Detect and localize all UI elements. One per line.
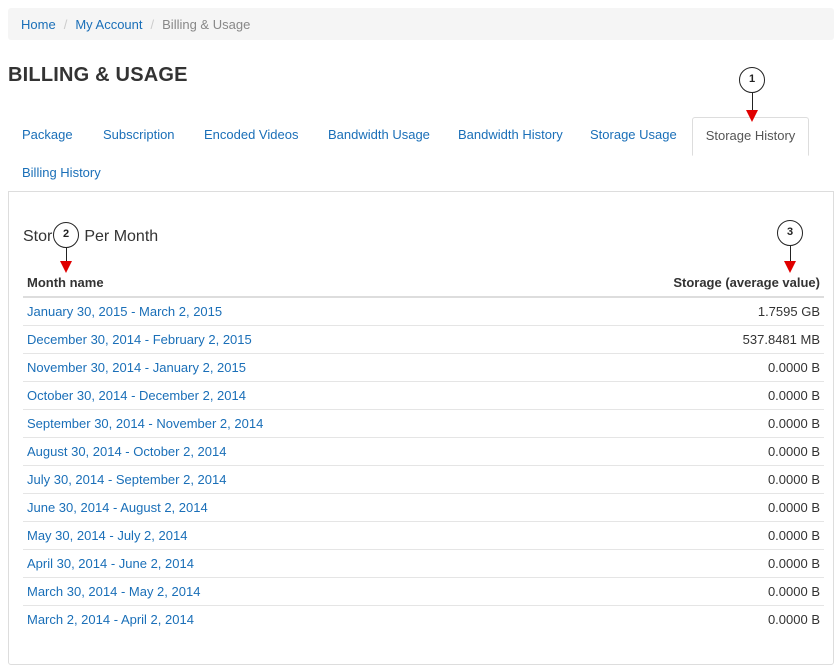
storage-value: 1.7595 GB (513, 297, 824, 326)
storage-value: 0.0000 B (513, 353, 824, 382)
panel-heading-right: Per Month (84, 228, 159, 245)
storage-average-header: Storage (average value) (513, 268, 824, 298)
callout-2-arrow-icon (60, 261, 72, 273)
month-link[interactable]: April 30, 2014 - June 2, 2014 (27, 556, 194, 571)
table-row: June 30, 2014 - August 2, 2014 0.0000 B (23, 493, 824, 522)
tab-storage-history[interactable]: Storage History (692, 117, 809, 156)
panel-heading-left: Stor (23, 228, 53, 245)
storage-value: 0.0000 B (513, 437, 824, 466)
month-link[interactable]: December 30, 2014 - February 2, 2015 (27, 332, 252, 347)
month-link[interactable]: September 30, 2014 - November 2, 2014 (27, 416, 263, 431)
table-row: April 30, 2014 - June 2, 2014 0.0000 B (23, 549, 824, 578)
callout-1-arrow-icon (746, 110, 758, 122)
storage-value: 0.0000 B (513, 465, 824, 494)
tab-bar-row-2: Billing History (8, 155, 208, 191)
storage-value: 537.8481 MB (513, 325, 824, 354)
table-row: January 30, 2015 - March 2, 2015 1.7595 G… (23, 297, 824, 326)
table-row: July 30, 2014 - September 2, 2014 0.0000 … (23, 465, 824, 494)
month-link[interactable]: March 30, 2014 - May 2, 2014 (27, 584, 200, 599)
storage-value: 0.0000 B (513, 549, 824, 578)
breadcrumb-my-account-link[interactable]: My Account (75, 17, 142, 32)
storage-value: 0.0000 B (513, 521, 824, 550)
month-link[interactable]: July 30, 2014 - September 2, 2014 (27, 472, 226, 487)
storage-value: 0.0000 B (513, 493, 824, 522)
storage-history-panel: Stor Per Month Month name Storage (averag… (8, 191, 834, 665)
breadcrumb-separator: / (150, 16, 155, 32)
month-link[interactable]: June 30, 2014 - August 2, 2014 (27, 500, 208, 515)
callout-3-arrow-icon (784, 261, 796, 273)
table-row: March 2, 2014 - April 2, 2014 0.0000 B (23, 606, 824, 634)
breadcrumb-home-link[interactable]: Home (21, 17, 56, 32)
table-row: August 30, 2014 - October 2, 2014 0.0000 … (23, 437, 824, 466)
callout-1-badge: 1 (739, 67, 765, 93)
month-name-header: Month name (23, 268, 514, 298)
table-header-row: Month name Storage (average value) (23, 268, 824, 298)
tab-bar: Package Subscription Encoded Videos Band… (8, 117, 834, 156)
callout-1-arrow-line (752, 93, 753, 111)
callout-2-arrow-line (66, 248, 67, 262)
callout-3-badge: 3 (777, 220, 803, 246)
storage-value: 0.0000 B (513, 409, 824, 438)
month-link[interactable]: January 30, 2015 - March 2, 2015 (27, 304, 222, 319)
table-row: December 30, 2014 - February 2, 2015 537.… (23, 325, 824, 354)
tab-storage-usage[interactable]: Storage Usage (590, 117, 677, 155)
breadcrumb: Home / My Account / Billing & Usage (8, 8, 834, 40)
month-link[interactable]: October 30, 2014 - December 2, 2014 (27, 388, 246, 403)
page-title: BILLING & USAGE (8, 64, 188, 86)
month-link[interactable]: November 30, 2014 - January 2, 2015 (27, 360, 246, 375)
tab-encoded-videos[interactable]: Encoded Videos (204, 117, 298, 155)
breadcrumb-current: Billing & Usage (162, 16, 251, 32)
table-row: October 30, 2014 - December 2, 2014 0.000… (23, 381, 824, 410)
tab-bandwidth-usage[interactable]: Bandwidth Usage (328, 117, 430, 155)
month-link[interactable]: March 2, 2014 - April 2, 2014 (27, 612, 194, 627)
tab-billing-history[interactable]: Billing History (22, 155, 101, 191)
callout-2-badge: 2 (53, 222, 79, 248)
table-row: November 30, 2014 - January 2, 2015 0.000… (23, 353, 824, 382)
storage-value: 0.0000 B (767, 612, 820, 627)
month-link[interactable]: May 30, 2014 - July 2, 2014 (27, 528, 187, 543)
table-row: September 30, 2014 - November 2, 2014 0.0… (23, 409, 824, 438)
breadcrumb-separator: / (63, 16, 68, 32)
month-link[interactable]: August 30, 2014 - October 2, 2014 (27, 444, 226, 459)
storage-history-table: Month name Storage (average value) Janua… (23, 268, 824, 633)
storage-value: 0.0000 B (513, 381, 824, 410)
callout-3-arrow-line (790, 246, 791, 262)
table-row: May 30, 2014 - July 2, 2014 0.0000 B (23, 521, 824, 550)
tab-package[interactable]: Package (22, 117, 73, 155)
tab-subscription[interactable]: Subscription (103, 117, 175, 155)
storage-value: 0.0000 B (513, 577, 824, 606)
panel-heading: Stor Per Month (23, 228, 158, 246)
table-row: March 30, 2014 - May 2, 2014 0.0000 B (23, 577, 824, 606)
tab-bandwidth-history[interactable]: Bandwidth History (458, 117, 563, 155)
